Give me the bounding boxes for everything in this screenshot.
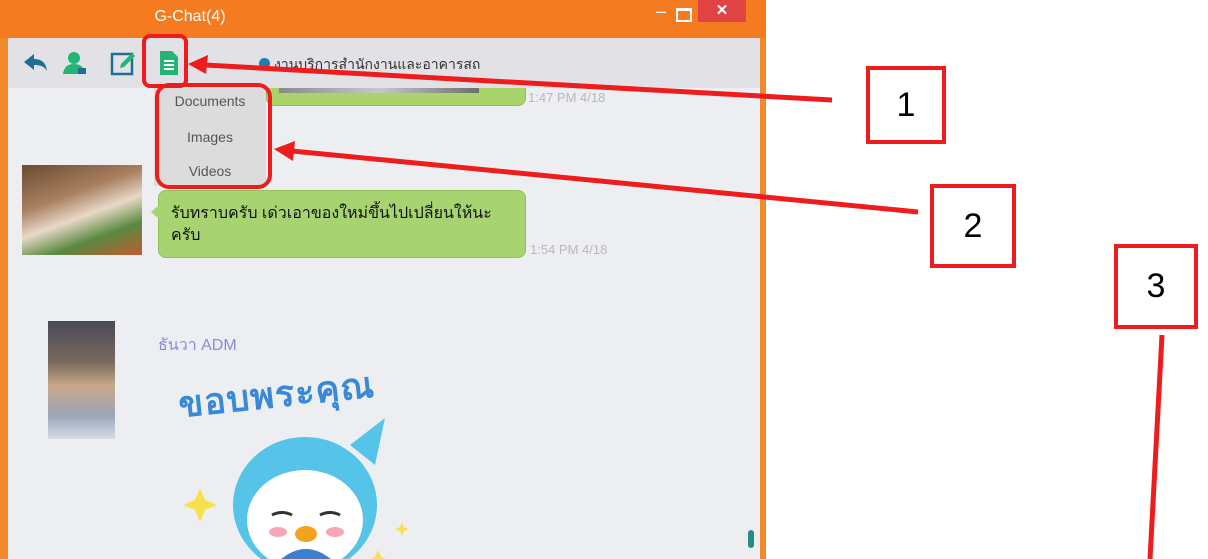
- annotation-overlay: [142, 34, 1165, 559]
- highlight-box-1: [142, 34, 188, 88]
- arrow-head-1: [188, 55, 208, 74]
- callout-1: 1: [866, 66, 946, 144]
- annotation-line-3: [1147, 334, 1165, 559]
- callout-2: 2: [930, 184, 1016, 268]
- annotation-arrow-2: [291, 148, 919, 215]
- highlight-box-2: [155, 83, 272, 189]
- callout-3: 3: [1114, 244, 1198, 329]
- arrow-head-2: [274, 141, 295, 161]
- annotation-arrow-1: [204, 62, 833, 103]
